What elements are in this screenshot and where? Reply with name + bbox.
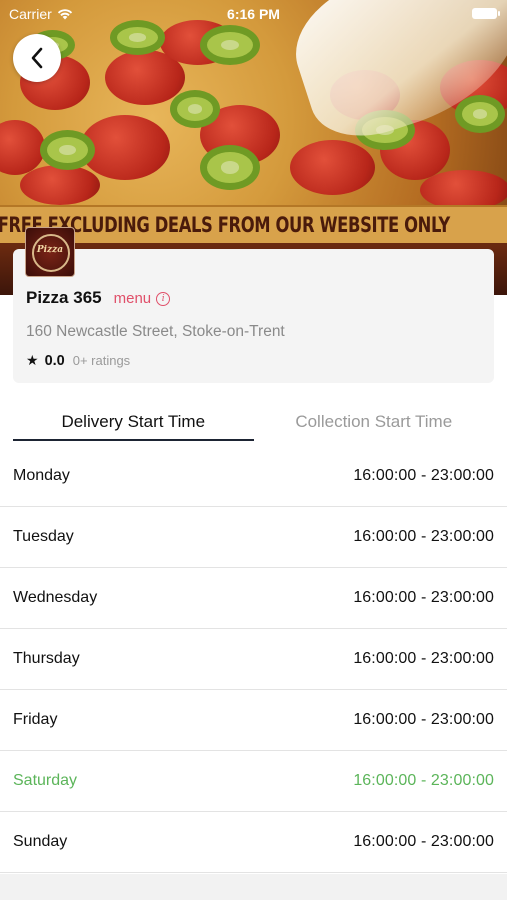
hours-row-monday: Monday 16:00:00 - 23:00:00 [0,446,507,507]
day-label: Sunday [13,833,68,850]
info-icon[interactable]: i [156,291,171,306]
restaurant-logo: Pizza [25,227,75,277]
day-label: Monday [13,467,70,484]
logo-text: Pizza [36,245,64,255]
day-label: Wednesday [13,589,98,606]
time-range: 16:00:00 - 23:00:00 [353,772,494,789]
chevron-left-icon [31,47,43,69]
hours-row-tuesday: Tuesday 16:00:00 - 23:00:00 [0,507,507,568]
menu-link-label: menu [113,290,152,307]
hours-row-friday: Friday 16:00:00 - 23:00:00 [0,690,507,751]
tab-delivery-start-time[interactable]: Delivery Start Time [13,405,254,441]
tab-collection-start-time[interactable]: Collection Start Time [254,405,495,441]
hours-row-sunday: Sunday 16:00:00 - 23:00:00 [0,812,507,873]
status-time: 6:16 PM [227,6,280,22]
time-range: 16:00:00 - 23:00:00 [353,528,494,545]
day-label: Saturday [13,772,78,789]
rating-value: 0.0 [44,352,65,369]
rating-row: ★ 0.0 0+ ratings [26,352,130,369]
time-range: 16:00:00 - 23:00:00 [353,589,494,606]
restaurant-name-row: Pizza 365 menu i [26,288,171,308]
hours-row-thursday: Thursday 16:00:00 - 23:00:00 [0,629,507,690]
restaurant-name: Pizza 365 [26,288,102,307]
time-range: 16:00:00 - 23:00:00 [353,467,494,484]
ratings-count: 0+ ratings [72,353,131,368]
battery-icon [472,8,500,19]
time-range: 16:00:00 - 23:00:00 [353,833,494,850]
restaurant-address: 160 Newcastle Street, Stoke-on-Trent [26,323,285,340]
hours-row-wednesday: Wednesday 16:00:00 - 23:00:00 [0,568,507,629]
status-bar: Carrier 6:16 PM [0,0,507,28]
hours-row-saturday: Saturday 16:00:00 - 23:00:00 [0,751,507,812]
day-label: Friday [13,711,58,728]
back-button[interactable] [13,34,61,82]
opening-hours-list: Monday 16:00:00 - 23:00:00 Tuesday 16:00… [0,446,507,873]
menu-link[interactable]: menu i [114,290,171,307]
day-label: Thursday [13,650,80,667]
day-label: Tuesday [13,528,74,545]
time-tabs: Delivery Start Time Collection Start Tim… [13,405,494,441]
star-icon: ★ [26,352,39,368]
promo-banner-text: FREE EXCLUDING DEALS FROM OUR WEBSITE ON… [0,213,450,237]
time-range: 16:00:00 - 23:00:00 [353,711,494,728]
time-range: 16:00:00 - 23:00:00 [353,650,494,667]
bottom-spacer [0,874,507,900]
